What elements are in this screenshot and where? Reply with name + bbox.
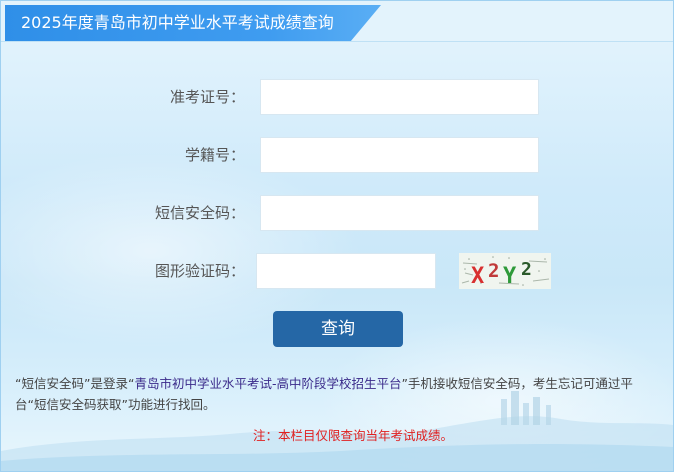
form-row-student-id: 学籍号： (1, 137, 673, 173)
sms-code-input[interactable] (260, 195, 539, 231)
svg-text:2: 2 (521, 259, 532, 280)
exam-number-input[interactable] (260, 79, 539, 115)
captcha-label: 图形验证码： (154, 262, 245, 280)
exam-number-label: 准考证号： (169, 88, 245, 106)
svg-text:Y: Y (503, 264, 517, 289)
sms-code-note: “短信安全码”是登录“青岛市初中学业水平考试-高中阶段学校招生平台”手机接收短信… (15, 373, 661, 415)
svg-text:2: 2 (488, 260, 499, 282)
form-row-exam-number: 准考证号： (1, 79, 673, 115)
form-row-captcha: 图形验证码： (1, 253, 673, 289)
platform-name: 青岛市初中学业水平考试-高中阶段学校招生平台 (134, 376, 402, 391)
captcha-graphic: X 2 Y 2 (459, 253, 551, 289)
captcha-input[interactable] (256, 253, 436, 289)
title-tab: 2025年度青岛市初中学业水平考试成绩查询 (5, 5, 381, 41)
captcha-image[interactable]: X 2 Y 2 (459, 253, 551, 289)
header-bar: 2025年度青岛市初中学业水平考试成绩查询 (1, 1, 673, 42)
student-id-label: 学籍号： (184, 146, 245, 164)
query-panel: 2025年度青岛市初中学业水平考试成绩查询 准考证号： 学籍号： 短信安全码： … (0, 0, 674, 472)
note-text-start: “短信安全码”是登录“ (15, 376, 135, 391)
student-id-input[interactable] (260, 137, 539, 173)
notice-text: 注：本栏目仅限查询当年考试成绩。 (252, 428, 453, 443)
svg-text:X: X (471, 264, 484, 289)
query-button[interactable]: 查询 (273, 311, 403, 347)
sms-code-label: 短信安全码： (154, 204, 245, 222)
form-row-sms-code: 短信安全码： (1, 195, 673, 231)
page-title: 2025年度青岛市初中学业水平考试成绩查询 (21, 13, 334, 32)
